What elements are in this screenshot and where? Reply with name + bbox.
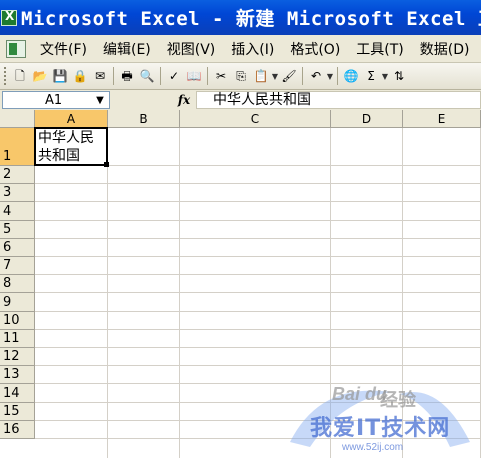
window-title: Microsoft Excel - 新建 Microsoft Excel 工作表 [21,8,481,30]
row-gridline [35,183,481,185]
worksheet-grid: A B C D E 1 2 3 4 5 6 7 8 9 10 11 12 13 14 15 16 中华人民共和国 [0,110,481,458]
new-icon[interactable]: 🗋 [11,67,29,85]
row-header-14[interactable]: 14 [0,384,35,403]
chevron-down-icon[interactable]: ▼ [271,72,279,81]
row-header-11[interactable]: 11 [0,329,35,348]
email-icon[interactable]: ✉ [91,67,109,85]
row-header-6[interactable]: 6 [0,238,35,257]
cut-icon[interactable]: ✂ [212,67,230,85]
research-icon[interactable]: 📖 [185,67,203,85]
menu-bar: 文件(F) 编辑(E) 视图(V) 插入(I) 格式(O) 工具(T) 数据(D… [0,35,481,63]
name-box-value: A1 [45,92,63,108]
row-header-12[interactable]: 12 [0,348,35,367]
title-bar[interactable]: Microsoft Excel - 新建 Microsoft Excel 工作表 [0,0,481,35]
column-header-c[interactable]: C [180,110,331,128]
autosum-icon[interactable]: Σ [362,67,380,85]
menu-file[interactable]: 文件(F) [32,39,95,59]
row-gridline [35,419,481,421]
open-icon[interactable]: 📂 [31,67,49,85]
menu-insert[interactable]: 插入(I) [223,39,282,59]
menu-edit[interactable]: 编辑(E) [95,39,159,59]
row-header-7[interactable]: 7 [0,257,35,276]
formula-bar: A1 ▼ fx 中华人民共和国 [0,90,481,110]
name-box[interactable]: A1 ▼ [2,91,110,109]
standard-toolbar: 🗋 📂 💾 🔒 ✉ 🖶 🔍 ✓ 📖 ✂ ⎘ 📋 ▼ 🖌 ↶ ▼ 🌐 Σ ▼ ⇅ [0,63,481,90]
row-gridline [35,219,481,221]
print-icon[interactable]: 🖶 [118,67,136,85]
insert-function-icon[interactable]: fx [172,93,196,107]
row-header-2[interactable]: 2 [0,166,35,185]
format-painter-icon[interactable]: 🖌 [280,67,298,85]
toolbar-grip[interactable] [4,67,7,85]
workbook-icon[interactable] [6,39,26,58]
row-gridline [35,438,481,439]
row-gridline [35,401,481,403]
save-icon[interactable]: 💾 [51,67,69,85]
chevron-down-icon[interactable]: ▼ [326,72,334,81]
row-gridline [35,310,481,312]
row-header-16[interactable]: 16 [0,420,35,439]
row-header-5[interactable]: 5 [0,220,35,239]
undo-icon[interactable]: ↶ [307,67,325,85]
column-header-d[interactable]: D [331,110,403,128]
hyperlink-icon[interactable]: 🌐 [342,67,360,85]
row-header-3[interactable]: 3 [0,184,35,203]
menu-view[interactable]: 视图(V) [159,39,224,59]
permission-icon[interactable]: 🔒 [71,67,89,85]
menu-data[interactable]: 数据(D) [412,39,478,59]
excel-app-icon[interactable] [1,9,17,26]
select-all-button[interactable] [0,110,35,128]
row-header-15[interactable]: 15 [0,402,35,421]
spelling-icon[interactable]: ✓ [165,67,183,85]
row-header-10[interactable]: 10 [0,311,35,330]
row-gridline [35,201,481,203]
chevron-down-icon[interactable]: ▼ [91,92,109,108]
row-gridline [35,256,481,257]
toolbar-separator [337,67,338,85]
row-gridline [35,347,481,348]
column-header-e[interactable]: E [403,110,481,128]
row-gridline [35,274,481,276]
fill-handle[interactable] [104,162,109,167]
toolbar-separator [207,67,208,85]
row-gridline [35,365,481,367]
row-gridline [35,292,481,294]
print-preview-icon[interactable]: 🔍 [138,67,156,85]
row-gridline [35,237,481,239]
column-header-a[interactable]: A [35,110,108,128]
paste-icon[interactable]: 📋 [252,67,270,85]
toolbar-separator [302,67,303,85]
column-header-b[interactable]: B [108,110,180,128]
copy-icon[interactable]: ⎘ [232,67,250,85]
sort-ascending-icon[interactable]: ⇅ [390,67,408,85]
row-header-8[interactable]: 8 [0,275,35,294]
toolbar-separator [160,67,161,85]
row-gridline [35,383,481,385]
row-header-13[interactable]: 13 [0,366,35,385]
row-header-9[interactable]: 9 [0,293,35,312]
formula-input[interactable]: 中华人民共和国 [196,91,481,109]
row-header-1[interactable]: 1 [0,128,35,166]
row-gridline [35,328,481,330]
toolbar-separator [113,67,114,85]
menu-tools[interactable]: 工具(T) [348,39,411,59]
chevron-down-icon[interactable]: ▼ [381,72,389,81]
cell-a1[interactable]: 中华人民共和国 [34,127,108,166]
menu-format[interactable]: 格式(O) [282,39,348,59]
row-header-4[interactable]: 4 [0,202,35,221]
